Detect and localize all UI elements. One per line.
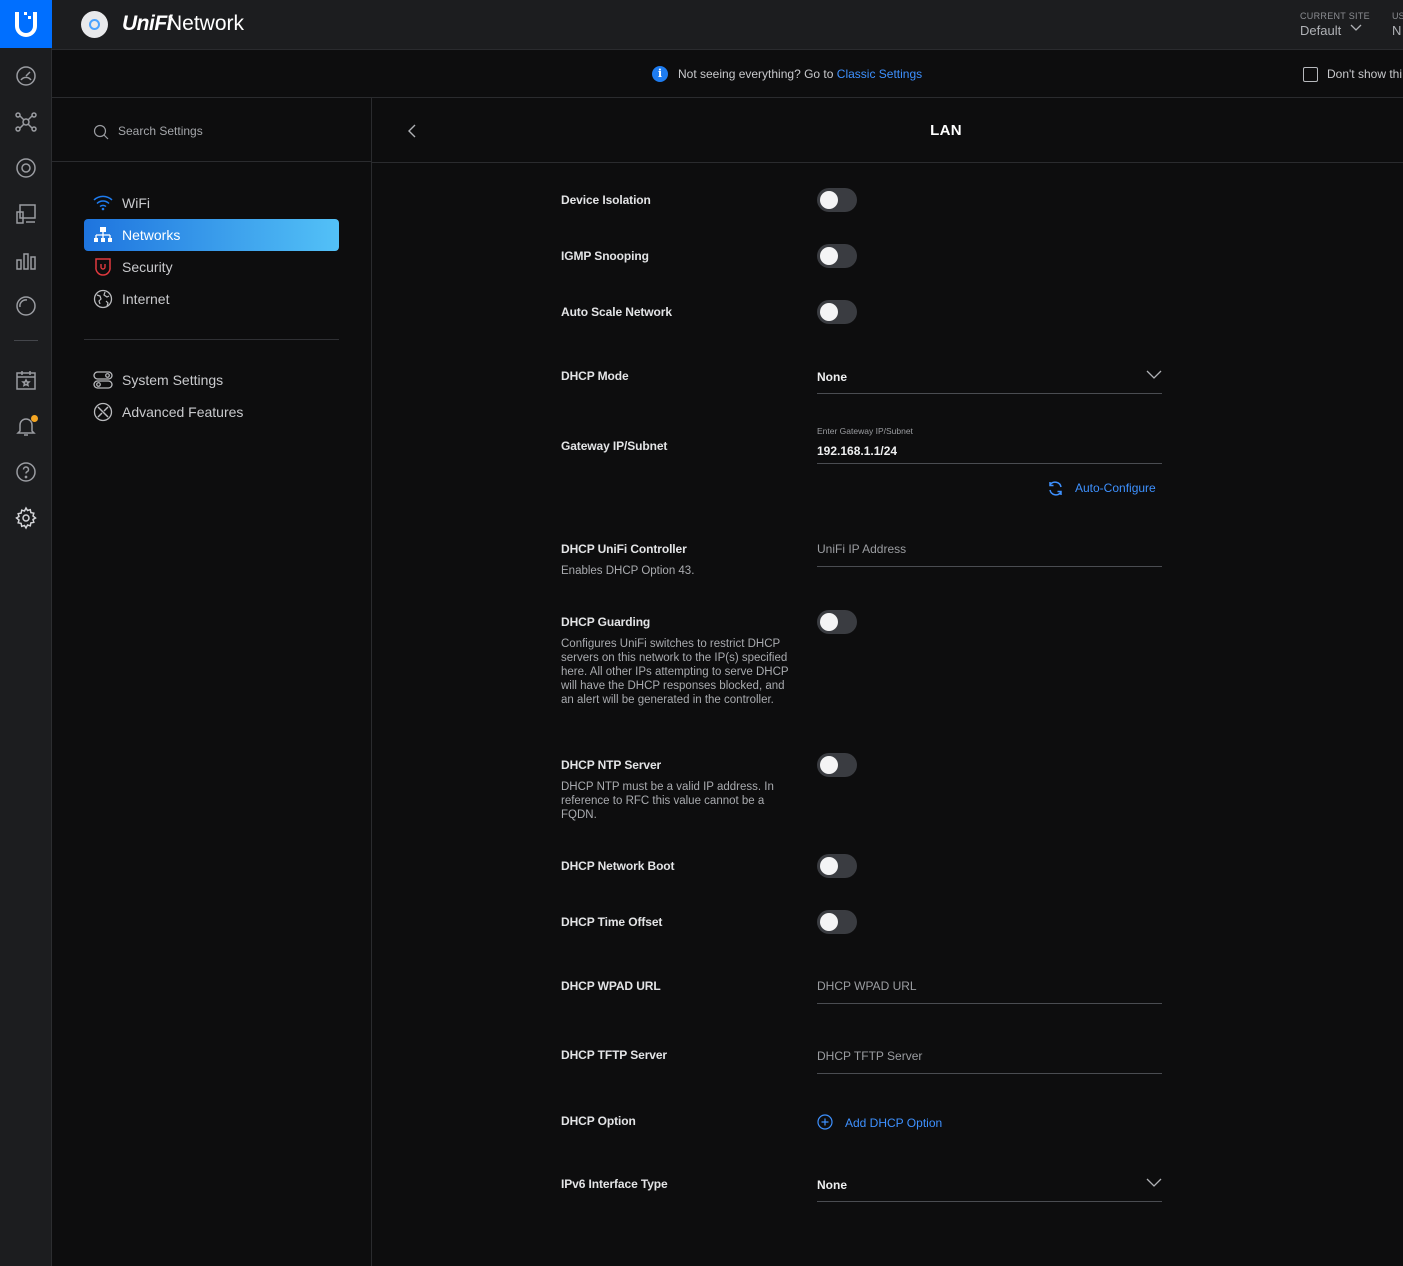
gateway-input[interactable]: 192.168.1.1/24 — [817, 442, 1162, 464]
statistics-icon[interactable] — [12, 246, 40, 274]
dhcp-mode-select[interactable]: None — [817, 368, 1162, 394]
help-icon[interactable] — [12, 458, 40, 486]
auto-scale-label: Auto Scale Network — [561, 305, 672, 319]
gateway-label: Gateway IP/Subnet — [561, 439, 668, 453]
sidebar-item-internet[interactable]: Internet — [84, 283, 339, 315]
brand-unifi: UniFi — [122, 12, 173, 35]
dhcp-ntp-desc: DHCP NTP must be a valid IP address. In … — [561, 781, 774, 821]
dhcp-ntp-label: DHCP NTP Server — [561, 758, 662, 772]
globe-icon — [92, 288, 114, 310]
dhcp-tftp-input[interactable] — [817, 1049, 1162, 1063]
ipv6-interface-label: IPv6 Interface Type — [561, 1177, 668, 1191]
dhcp-mode-value: None — [817, 370, 847, 384]
settings-icon[interactable] — [12, 504, 40, 532]
rail-divider — [14, 340, 38, 341]
classic-settings-link[interactable]: Classic Settings — [837, 67, 922, 81]
page-title: LAN — [930, 122, 962, 139]
advanced-features-icon — [92, 401, 114, 423]
chevron-down-icon[interactable] — [1350, 24, 1362, 32]
shield-icon — [92, 256, 114, 278]
dhcp-guarding-toggle[interactable] — [817, 610, 857, 634]
chevron-down-icon — [1146, 370, 1162, 379]
network-icon — [92, 224, 114, 246]
unifi-network-logo — [81, 11, 108, 38]
main-panel: LAN Device Isolation IGMP Snooping Auto … — [372, 98, 1403, 1266]
gateway-field-label: Enter Gateway IP/Subnet — [817, 426, 913, 436]
notice-text: Not seeing everything? Go to Classic Set… — [678, 67, 923, 81]
brand-network: Network — [167, 12, 245, 35]
sidebar-item-label: Advanced Features — [122, 404, 244, 420]
info-icon: i — [652, 66, 668, 82]
settings-sidebar: WiFi Networks Security Internet System S… — [52, 98, 372, 1266]
chevron-down-icon — [1146, 1178, 1162, 1187]
add-dhcp-option-link[interactable]: Add DHCP Option — [845, 1116, 942, 1130]
dhcp-guarding-label: DHCP Guarding — [561, 615, 651, 629]
unifi-ip-input[interactable] — [817, 542, 1162, 556]
igmp-snooping-toggle[interactable] — [817, 244, 857, 268]
user-label: US — [1392, 11, 1403, 21]
system-settings-icon — [92, 369, 114, 391]
sidebar-item-label: System Settings — [122, 372, 224, 388]
current-site-label: CURRENT SITE — [1300, 11, 1370, 21]
clients-icon[interactable] — [12, 200, 40, 228]
app-rail — [0, 0, 52, 1266]
dhcp-option-label: DHCP Option — [561, 1114, 636, 1128]
dashboard-icon[interactable] — [12, 62, 40, 90]
topology-icon[interactable] — [12, 108, 40, 136]
dhcp-mode-label: DHCP Mode — [561, 369, 629, 383]
dhcp-time-offset-label: DHCP Time Offset — [561, 915, 663, 929]
gateway-value: 192.168.1.1/24 — [817, 444, 898, 458]
dhcp-controller-field[interactable] — [817, 540, 1162, 567]
dhcp-controller-desc: Enables DHCP Option 43. — [561, 565, 695, 577]
sidebar-divider — [84, 339, 339, 340]
dhcp-tftp-field[interactable] — [817, 1047, 1162, 1074]
dhcp-tftp-label: DHCP TFTP Server — [561, 1048, 667, 1062]
dhcp-wpad-input[interactable] — [817, 979, 1162, 993]
current-site-selector[interactable]: Default — [1300, 23, 1341, 38]
dont-show-label: Don't show thi — [1327, 67, 1402, 81]
sidebar-item-networks[interactable]: Networks — [84, 219, 339, 251]
sidebar-item-label: Internet — [122, 291, 170, 307]
sidebar-item-system-settings[interactable]: System Settings — [84, 364, 339, 396]
auto-configure-link[interactable]: Auto-Configure — [1075, 481, 1156, 495]
igmp-snooping-label: IGMP Snooping — [561, 249, 649, 263]
dhcp-wpad-field[interactable] — [817, 977, 1162, 1004]
sidebar-item-wifi[interactable]: WiFi — [84, 187, 339, 219]
refresh-icon[interactable] — [1047, 480, 1064, 497]
alerts-icon[interactable] — [12, 412, 40, 440]
auto-scale-toggle[interactable] — [817, 300, 857, 324]
sidebar-item-label: Networks — [122, 227, 181, 243]
sidebar-item-advanced-features[interactable]: Advanced Features — [84, 396, 339, 428]
device-isolation-toggle[interactable] — [817, 188, 857, 212]
top-bar: UniFi Network CURRENT SITE Default US N — [52, 0, 1403, 50]
dhcp-controller-label: DHCP UniFi Controller — [561, 542, 687, 556]
alert-dot — [31, 415, 38, 422]
ipv6-interface-select[interactable]: None — [817, 1176, 1162, 1202]
device-isolation-label: Device Isolation — [561, 193, 651, 207]
user-value[interactable]: N — [1392, 23, 1401, 38]
events-icon[interactable] — [12, 366, 40, 394]
dhcp-ntp-toggle[interactable] — [817, 753, 857, 777]
sidebar-item-security[interactable]: Security — [84, 251, 339, 283]
ipv6-interface-value: None — [817, 1178, 847, 1192]
wifi-icon — [92, 192, 114, 214]
search-input[interactable] — [118, 122, 338, 140]
dhcp-guarding-desc: Configures UniFi switches to restrict DH… — [561, 638, 789, 706]
insights-icon[interactable] — [12, 292, 40, 320]
classic-settings-notice: i Not seeing everything? Go to Classic S… — [52, 50, 1403, 98]
sidebar-item-label: WiFi — [122, 195, 150, 211]
search-icon — [93, 124, 109, 140]
add-circle-icon[interactable] — [817, 1114, 833, 1130]
dont-show-checkbox[interactable] — [1303, 67, 1318, 82]
dhcp-network-boot-toggle[interactable] — [817, 854, 857, 878]
sidebar-item-label: Security — [122, 259, 173, 275]
dhcp-time-offset-toggle[interactable] — [817, 910, 857, 934]
search-row — [52, 98, 372, 162]
ubiquiti-logo[interactable] — [0, 0, 52, 48]
dhcp-wpad-label: DHCP WPAD URL — [561, 979, 661, 993]
dhcp-network-boot-label: DHCP Network Boot — [561, 859, 675, 873]
panel-header: LAN — [372, 98, 1403, 163]
devices-icon[interactable] — [12, 154, 40, 182]
